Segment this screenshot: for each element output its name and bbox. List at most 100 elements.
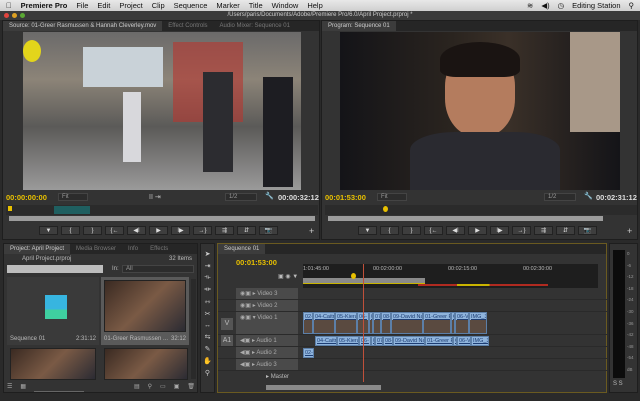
rate-stretch-icon[interactable]: ⇿ xyxy=(205,298,211,306)
step-back-button[interactable]: ◀I xyxy=(127,226,146,235)
clip[interactable]: 05-Kieran xyxy=(337,336,359,346)
tab-program[interactable]: Program: Sequence 01 xyxy=(322,21,396,31)
clip[interactable]: 07 xyxy=(373,312,381,334)
menu-file[interactable]: File xyxy=(76,1,88,10)
apple-icon[interactable]:  xyxy=(6,1,12,10)
playhead-icon[interactable] xyxy=(383,206,388,212)
project-item-thumbnail[interactable] xyxy=(104,348,188,380)
step-forward-button[interactable]: I▶ xyxy=(171,226,190,235)
snap-icon[interactable]: ▣ ◉ ▼ xyxy=(278,273,298,280)
source-fit-dropdown[interactable]: Fit xyxy=(58,193,88,201)
menu-clip[interactable]: Clip xyxy=(152,1,165,10)
clip[interactable]: 02- xyxy=(303,312,313,334)
program-fit-dropdown[interactable]: Fit xyxy=(377,193,407,201)
program-zoom-scrollbar[interactable] xyxy=(328,216,603,221)
lift-button[interactable]: ⇶ xyxy=(534,226,553,235)
hand-icon[interactable]: ✋ xyxy=(203,357,212,365)
trash-icon[interactable]: 🗑 xyxy=(187,383,195,392)
clip[interactable]: 02- xyxy=(303,348,314,358)
close-button[interactable] xyxy=(4,13,9,18)
tab-media-browser[interactable]: Media Browser xyxy=(70,244,122,254)
ripple-edit-icon[interactable]: ⟛ xyxy=(204,274,210,282)
tab-effects[interactable]: Effects xyxy=(144,244,174,254)
speaker-icon[interactable]: ◀▣ xyxy=(240,350,250,356)
menu-project[interactable]: Project xyxy=(119,1,142,10)
project-search-input[interactable] xyxy=(7,265,103,273)
zoom-icon[interactable]: ⚲ xyxy=(205,369,210,377)
source-patch-v[interactable]: V xyxy=(221,318,233,330)
clip[interactable]: 05-Kieran xyxy=(335,312,357,334)
track-select-icon[interactable]: ⇥ xyxy=(205,262,211,270)
timeline-playhead[interactable] xyxy=(351,273,356,279)
menu-sequence[interactable]: Sequence xyxy=(174,1,208,10)
add-marker-button[interactable]: ▼ xyxy=(39,226,58,235)
go-to-out-button[interactable]: →} xyxy=(512,226,531,235)
source-patch-a1[interactable]: A1 xyxy=(221,335,233,346)
timeline-ruler[interactable]: 1:01:45:00 00:02:00:00 00:02:15:00 00:02… xyxy=(303,264,598,288)
wifi-icon[interactable]: ≋ xyxy=(527,1,533,10)
play-button[interactable]: ▶ xyxy=(468,226,487,235)
menu-marker[interactable]: Marker xyxy=(216,1,239,10)
add-marker-button[interactable]: ▼ xyxy=(358,226,377,235)
menu-edit[interactable]: Edit xyxy=(97,1,110,10)
find-icon[interactable]: ⚲ xyxy=(148,383,152,392)
slip-icon[interactable]: ↔ xyxy=(204,322,211,329)
solo-buttons[interactable]: S S xyxy=(613,381,623,387)
overwrite-button[interactable]: ⇵ xyxy=(237,226,256,235)
source-zoom-scrollbar[interactable] xyxy=(9,216,315,221)
project-item-clip[interactable]: 01-Greer Rasmussen ... 32:12 xyxy=(101,277,189,345)
tab-info[interactable]: Info xyxy=(122,244,144,254)
speaker-icon[interactable]: ◀▣ xyxy=(240,338,250,344)
selection-tool-icon[interactable]: ➤ xyxy=(205,250,211,258)
wrench-icon[interactable]: 🔧 xyxy=(584,192,593,200)
go-to-in-button[interactable]: {← xyxy=(105,226,124,235)
clip[interactable]: 04-Caitri xyxy=(313,312,335,334)
minimize-button[interactable] xyxy=(12,13,17,18)
timeline-scrollbar[interactable] xyxy=(266,385,381,390)
clip[interactable]: 01-Greer Rasn xyxy=(423,312,451,334)
playhead-icon[interactable] xyxy=(8,206,12,211)
export-frame-button[interactable]: 📷 xyxy=(578,226,597,235)
razor-icon[interactable]: ✂ xyxy=(205,310,211,318)
wrench-icon[interactable]: 🔧 xyxy=(265,192,274,200)
clip[interactable]: 04-Caitri xyxy=(315,336,337,346)
mark-in-button[interactable]: { xyxy=(380,226,399,235)
clip[interactable]: 01-Greer Rasn xyxy=(425,336,453,346)
clip[interactable]: 09-David Nalde xyxy=(393,336,425,346)
program-timecode[interactable]: 00:01:53:00 xyxy=(325,193,366,202)
menu-title[interactable]: Title xyxy=(249,1,263,10)
clip[interactable]: 06- xyxy=(359,336,371,346)
project-scrollbar[interactable] xyxy=(191,279,196,379)
clock-icon[interactable]: ◷ xyxy=(558,1,565,10)
pen-icon[interactable]: ✎ xyxy=(205,345,211,353)
list-view-icon[interactable]: ☰ xyxy=(7,383,12,392)
mark-out-button[interactable]: } xyxy=(83,226,102,235)
go-to-out-button[interactable]: →} xyxy=(193,226,212,235)
program-time-ruler[interactable] xyxy=(325,205,637,215)
zoom-button[interactable] xyxy=(20,13,25,18)
project-item-sequence[interactable]: Sequence 01 2:31:12 xyxy=(7,277,99,345)
in-dropdown[interactable]: All xyxy=(122,265,194,273)
clip[interactable]: IMG_3 xyxy=(469,312,487,334)
tab-project[interactable]: Project: April Project xyxy=(4,244,71,254)
export-frame-button[interactable]: 📷 xyxy=(259,226,278,235)
clip[interactable]: IMG_3 xyxy=(471,336,489,346)
pause-icon[interactable]: II ⇥ xyxy=(149,193,161,201)
clip[interactable]: 06-V xyxy=(455,312,469,334)
step-back-button[interactable]: ◀I xyxy=(446,226,465,235)
extract-button[interactable]: ⇵ xyxy=(556,226,575,235)
automate-icon[interactable]: ▤ xyxy=(134,383,140,392)
new-bin-icon[interactable]: ▭ xyxy=(160,383,166,392)
slide-icon[interactable]: ⇆ xyxy=(205,333,211,341)
volume-icon[interactable]: ◀) xyxy=(541,1,549,10)
tab-sequence[interactable]: Sequence 01 xyxy=(218,244,266,254)
go-to-in-button[interactable]: {← xyxy=(424,226,443,235)
workspace-label[interactable]: Editing Station xyxy=(572,1,620,10)
eye-icon[interactable]: ◉▣ xyxy=(240,303,251,309)
speaker-icon[interactable]: ◀▣ xyxy=(240,362,250,368)
source-resolution-dropdown[interactable]: 1/2 xyxy=(225,193,257,201)
menu-app[interactable]: Premiere Pro xyxy=(21,1,68,10)
icon-view-icon[interactable]: ▦ xyxy=(20,383,26,392)
project-item-thumbnail[interactable] xyxy=(10,348,96,380)
play-button[interactable]: ▶ xyxy=(149,226,168,235)
